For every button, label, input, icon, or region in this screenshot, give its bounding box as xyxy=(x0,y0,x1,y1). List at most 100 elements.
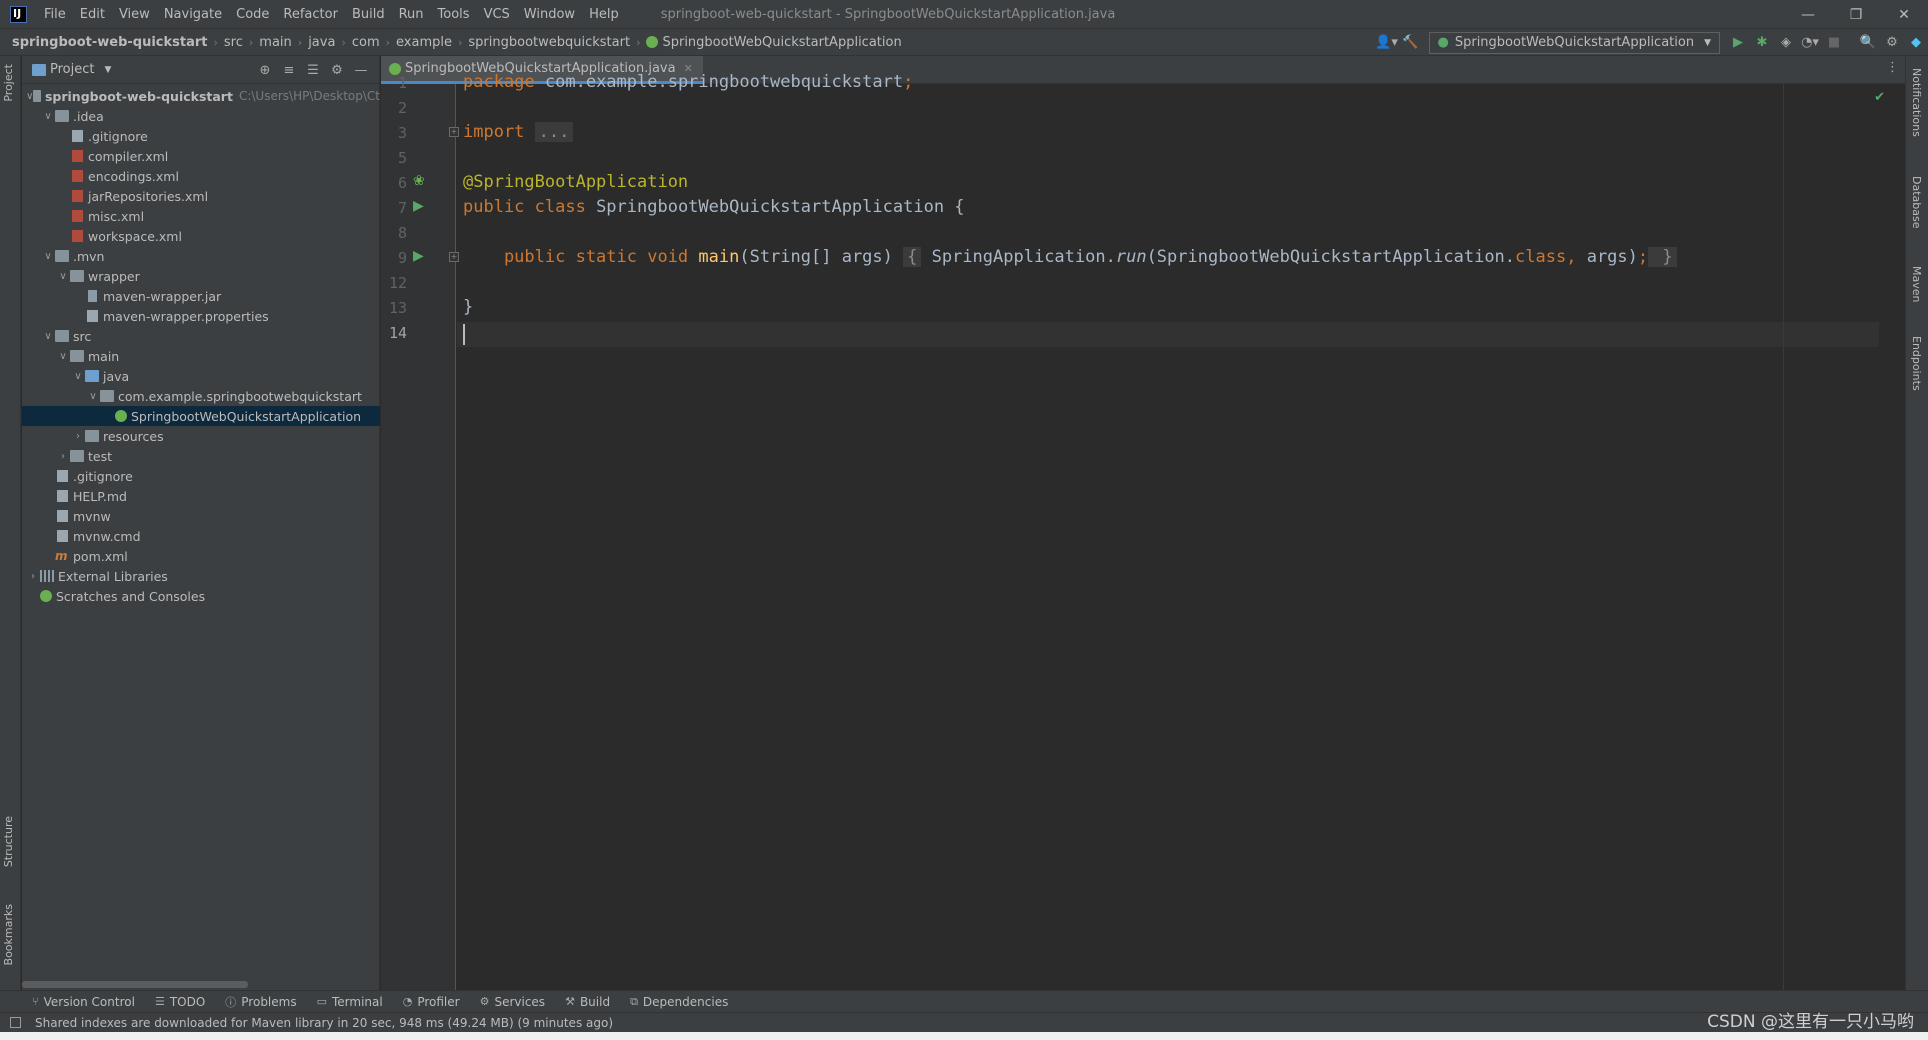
tree-item[interactable]: ∨ .idea xyxy=(22,106,380,126)
horizontal-scrollbar[interactable] xyxy=(22,981,248,988)
tree-item[interactable]: ∨ src xyxy=(22,326,380,346)
tree-item[interactable]: ∨ .mvn xyxy=(22,246,380,266)
coverage-icon[interactable]: ◈ xyxy=(1774,32,1798,54)
tool-window-todo[interactable]: ☰ TODO xyxy=(155,995,205,1009)
tree-item[interactable]: ∨ springboot-web-quickstart C:\Users\HP\De… xyxy=(22,86,380,106)
chevron-right-icon[interactable]: › xyxy=(71,431,85,442)
tree-item[interactable]: maven-wrapper.jar xyxy=(22,286,380,306)
chevron-down-icon[interactable]: ∨ xyxy=(26,91,33,102)
tree-item[interactable]: .gitignore xyxy=(22,126,380,146)
project-view-selector[interactable]: Project ▼ xyxy=(32,62,111,77)
breadcrumb-item[interactable]: main xyxy=(259,35,291,50)
tree-item[interactable]: › test xyxy=(22,446,380,466)
build-hammer-icon[interactable]: 🔨 xyxy=(1399,32,1423,54)
run-configuration-select[interactable]: ● SpringbootWebQuickstartApplication ▼ xyxy=(1428,31,1720,54)
tool-window-services[interactable]: ⚙ Services xyxy=(480,995,545,1009)
tree-item[interactable]: encodings.xml xyxy=(22,166,380,186)
spring-bean-icon[interactable]: ❀ xyxy=(413,173,425,189)
tool-window-profiler[interactable]: ◔ Profiler xyxy=(403,995,460,1009)
breadcrumb-item[interactable]: springboot-web-quickstart xyxy=(12,35,208,50)
tool-window-dependencies[interactable]: ⧉ Dependencies xyxy=(630,995,728,1009)
tree-item[interactable]: ∨ com.example.springbootwebquickstart xyxy=(22,386,380,406)
tree-item[interactable]: Scratches and Consoles xyxy=(22,586,380,606)
breadcrumb-item[interactable]: SpringbootWebQuickstartApplication xyxy=(646,35,902,50)
menu-build[interactable]: Build xyxy=(345,0,392,29)
tree-item[interactable]: ∨ java xyxy=(22,366,380,386)
fold-toggle-icon[interactable]: + xyxy=(449,127,459,137)
tree-item[interactable]: mvnw.cmd xyxy=(22,526,380,546)
tree-item[interactable]: ∨ main xyxy=(22,346,380,366)
options-gear-icon[interactable]: ⚙ xyxy=(325,59,349,81)
tree-item[interactable]: misc.xml xyxy=(22,206,380,226)
tree-item[interactable]: SpringbootWebQuickstartApplication xyxy=(22,406,380,426)
chevron-down-icon[interactable]: ∨ xyxy=(41,251,55,262)
tool-window-problems[interactable]: ⓘ Problems xyxy=(225,994,296,1010)
plugin-logo-icon[interactable]: ◆ xyxy=(1904,32,1928,54)
settings-gear-icon[interactable]: ⚙ xyxy=(1880,32,1904,54)
collapse-all-icon[interactable]: ☰ xyxy=(301,59,325,81)
run-class-icon[interactable]: ▶ xyxy=(413,198,424,214)
tree-item[interactable]: mvnw xyxy=(22,506,380,526)
menu-edit[interactable]: Edit xyxy=(73,0,112,29)
tree-item[interactable]: HELP.md xyxy=(22,486,380,506)
code-editor[interactable]: 1 2 3 5 6 7 8 9 12 13 14 ❀ ▶ ▶ + + ✔ package com.exampl… xyxy=(381,72,1905,990)
menu-refactor[interactable]: Refactor xyxy=(276,0,345,29)
status-message[interactable]: Shared indexes are downloaded for Maven … xyxy=(35,1016,613,1030)
chevron-down-icon[interactable]: ∨ xyxy=(86,391,100,402)
chevron-down-icon[interactable]: ∨ xyxy=(41,331,55,342)
minimize-button[interactable]: — xyxy=(1784,0,1832,29)
menu-window[interactable]: Window xyxy=(517,0,582,29)
notifications-tool-tab[interactable]: Notifications xyxy=(1910,68,1923,137)
maven-tool-tab[interactable]: Maven xyxy=(1910,266,1923,302)
bookmarks-tool-tab[interactable]: Bookmarks xyxy=(2,904,15,965)
debug-icon[interactable]: ✱ xyxy=(1750,32,1774,54)
tool-window-terminal[interactable]: ▭ Terminal xyxy=(317,995,383,1009)
status-layout-icon[interactable] xyxy=(10,1017,21,1028)
menu-vcs[interactable]: VCS xyxy=(477,0,517,29)
profile-icon[interactable]: ◔▾ xyxy=(1798,32,1822,54)
run-icon[interactable]: ▶ xyxy=(1726,32,1750,54)
chevron-down-icon[interactable]: ∨ xyxy=(41,111,55,122)
breadcrumb-item[interactable]: java xyxy=(308,35,335,50)
tree-item[interactable]: compiler.xml xyxy=(22,146,380,166)
tree-item[interactable]: maven-wrapper.properties xyxy=(22,306,380,326)
tree-item[interactable]: › External Libraries xyxy=(22,566,380,586)
close-window-button[interactable]: ✕ xyxy=(1880,0,1928,29)
endpoints-tool-tab[interactable]: Endpoints xyxy=(1910,336,1923,391)
user-icon[interactable]: 👤▾ xyxy=(1375,32,1399,54)
structure-tool-tab[interactable]: Structure xyxy=(2,816,15,867)
menu-navigate[interactable]: Navigate xyxy=(157,0,229,29)
locate-file-icon[interactable]: ⊕ xyxy=(253,59,277,81)
tree-item[interactable]: m pom.xml xyxy=(22,546,380,566)
chevron-right-icon[interactable]: › xyxy=(26,571,40,582)
stop-icon[interactable]: ■ xyxy=(1822,32,1846,54)
fold-toggle-icon[interactable]: + xyxy=(449,252,459,262)
tree-item[interactable]: .gitignore xyxy=(22,466,380,486)
search-icon[interactable]: 🔍 xyxy=(1856,32,1880,54)
more-tabs-icon[interactable]: ⋮ xyxy=(1886,60,1899,75)
database-tool-tab[interactable]: Database xyxy=(1910,176,1923,229)
tool-window-version-control[interactable]: ⑂ Version Control xyxy=(32,995,135,1009)
menu-code[interactable]: Code xyxy=(229,0,276,29)
menu-run[interactable]: Run xyxy=(392,0,431,29)
chevron-right-icon[interactable]: › xyxy=(56,451,70,462)
chevron-down-icon[interactable]: ∨ xyxy=(56,351,70,362)
chevron-down-icon[interactable]: ∨ xyxy=(71,371,85,382)
no-problems-check-icon[interactable]: ✔ xyxy=(1874,90,1885,105)
breadcrumb-item[interactable]: springbootwebquickstart xyxy=(468,35,630,50)
folded-imports[interactable]: ... xyxy=(534,122,574,142)
tree-item[interactable]: ∨ wrapper xyxy=(22,266,380,286)
run-main-icon[interactable]: ▶ xyxy=(413,248,424,264)
project-tool-tab[interactable]: Project xyxy=(2,64,15,102)
breadcrumb-item[interactable]: src xyxy=(224,35,243,50)
tree-item[interactable]: workspace.xml xyxy=(22,226,380,246)
expand-all-icon[interactable]: ≡ xyxy=(277,59,301,81)
tree-item[interactable]: › resources xyxy=(22,426,380,446)
menu-help[interactable]: Help xyxy=(582,0,626,29)
restore-button[interactable]: ❐ xyxy=(1832,0,1880,29)
menu-file[interactable]: File xyxy=(37,0,73,29)
menu-view[interactable]: View xyxy=(112,0,157,29)
tool-window-build[interactable]: ⚒ Build xyxy=(565,995,610,1009)
breadcrumb-item[interactable]: com xyxy=(352,35,380,50)
chevron-down-icon[interactable]: ∨ xyxy=(56,271,70,282)
